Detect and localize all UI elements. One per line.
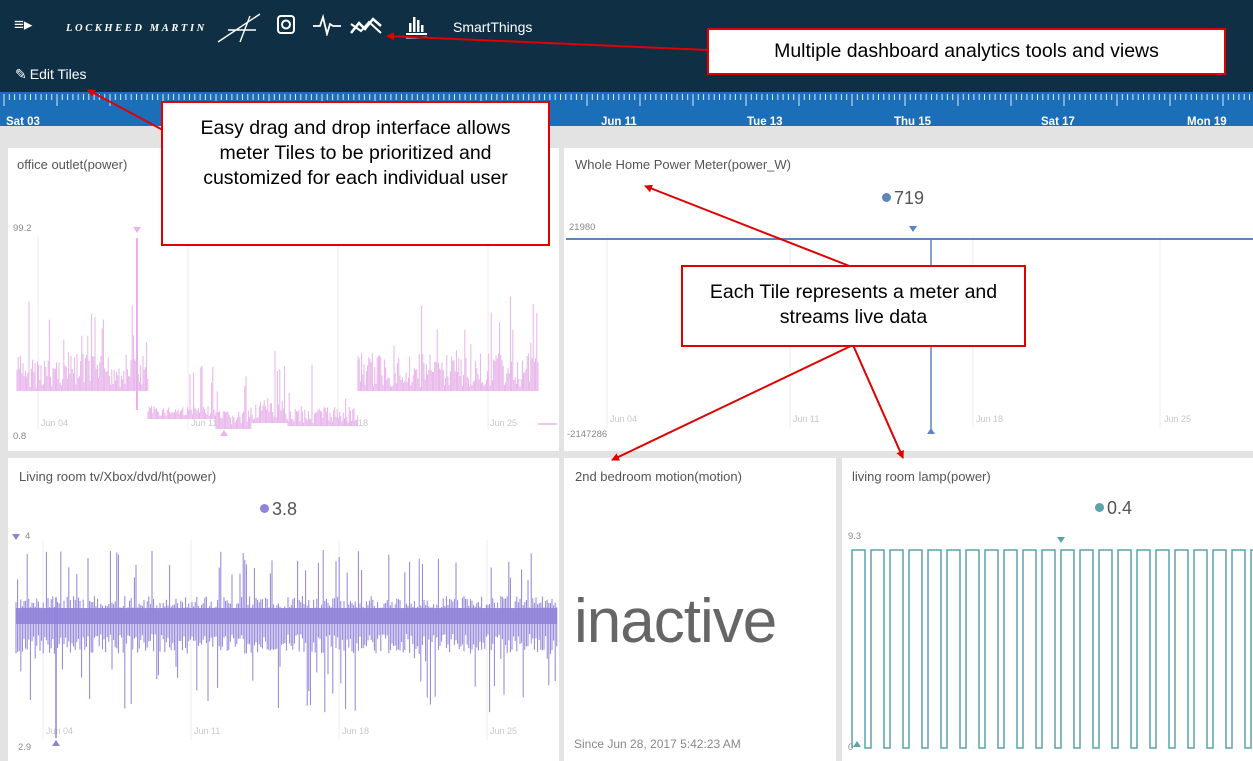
callout-analytics-tools: Multiple dashboard analytics tools and v…	[707, 28, 1226, 75]
arrow-to-toolbar	[386, 32, 709, 51]
arrow-to-lamp-tile	[852, 344, 904, 459]
callout-drag-drop: Easy drag and drop interface allows mete…	[161, 101, 550, 246]
arrow-to-tile-title	[644, 184, 853, 268]
arrow-to-motion-tile	[611, 344, 854, 461]
callout-tile-live-data: Each Tile represents a meter and streams…	[681, 265, 1026, 347]
